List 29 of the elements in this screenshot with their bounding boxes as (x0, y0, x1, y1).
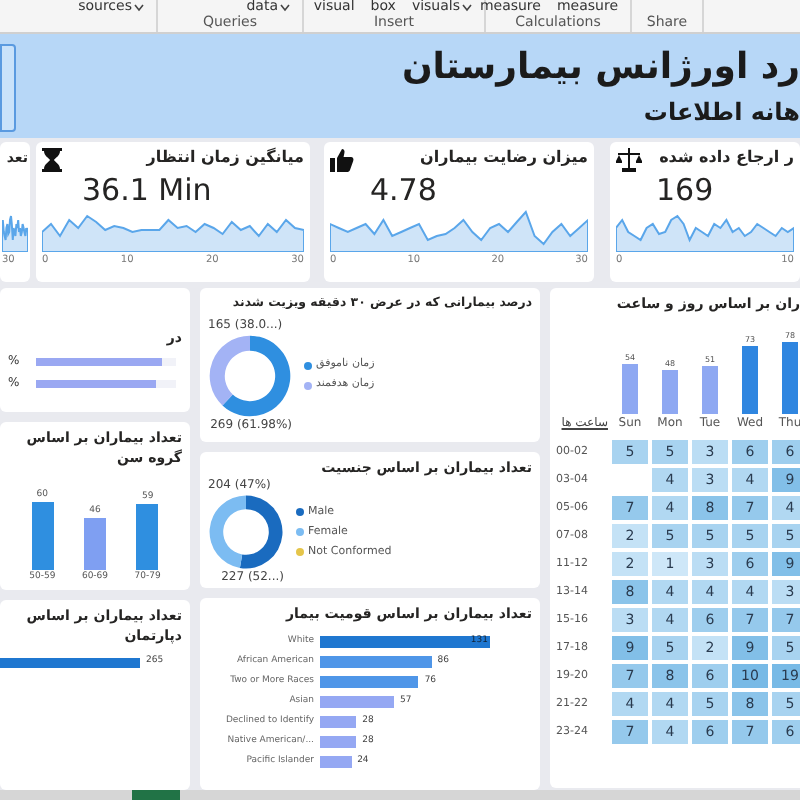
bar (320, 735, 357, 747)
bar (136, 503, 159, 570)
kpi-value: 36.1 Min (80, 174, 214, 208)
slicer-box[interactable] (0, 44, 16, 132)
bar (0, 657, 140, 667)
hourglass-icon (42, 148, 62, 172)
bar (320, 675, 419, 687)
donut-slice (209, 495, 246, 568)
bar (31, 502, 54, 570)
kpi-title: میانگین زمان انتظار (146, 148, 304, 168)
bar (320, 755, 352, 767)
balance-scale-icon (616, 148, 642, 172)
kpi-title: میزان رضایت بیماران (420, 148, 588, 168)
bar (622, 364, 638, 414)
bar (320, 695, 394, 707)
thumbs-up-icon (330, 148, 354, 172)
bar (782, 342, 798, 414)
bar (83, 517, 106, 570)
kpi-title: ر ارجاع داده شده (659, 148, 794, 168)
kpi-value: 4.78 (368, 174, 439, 208)
bar (662, 369, 678, 414)
donut-slice (239, 495, 283, 569)
bar (742, 346, 758, 414)
bar (702, 366, 718, 414)
kpi-value: 169 (654, 174, 716, 208)
bar (320, 655, 432, 667)
dashboard-subtitle: هانه اطلاعات (643, 96, 800, 128)
dashboard-title: رد اورژانس بیمارستان (401, 44, 800, 92)
bar (320, 715, 357, 727)
